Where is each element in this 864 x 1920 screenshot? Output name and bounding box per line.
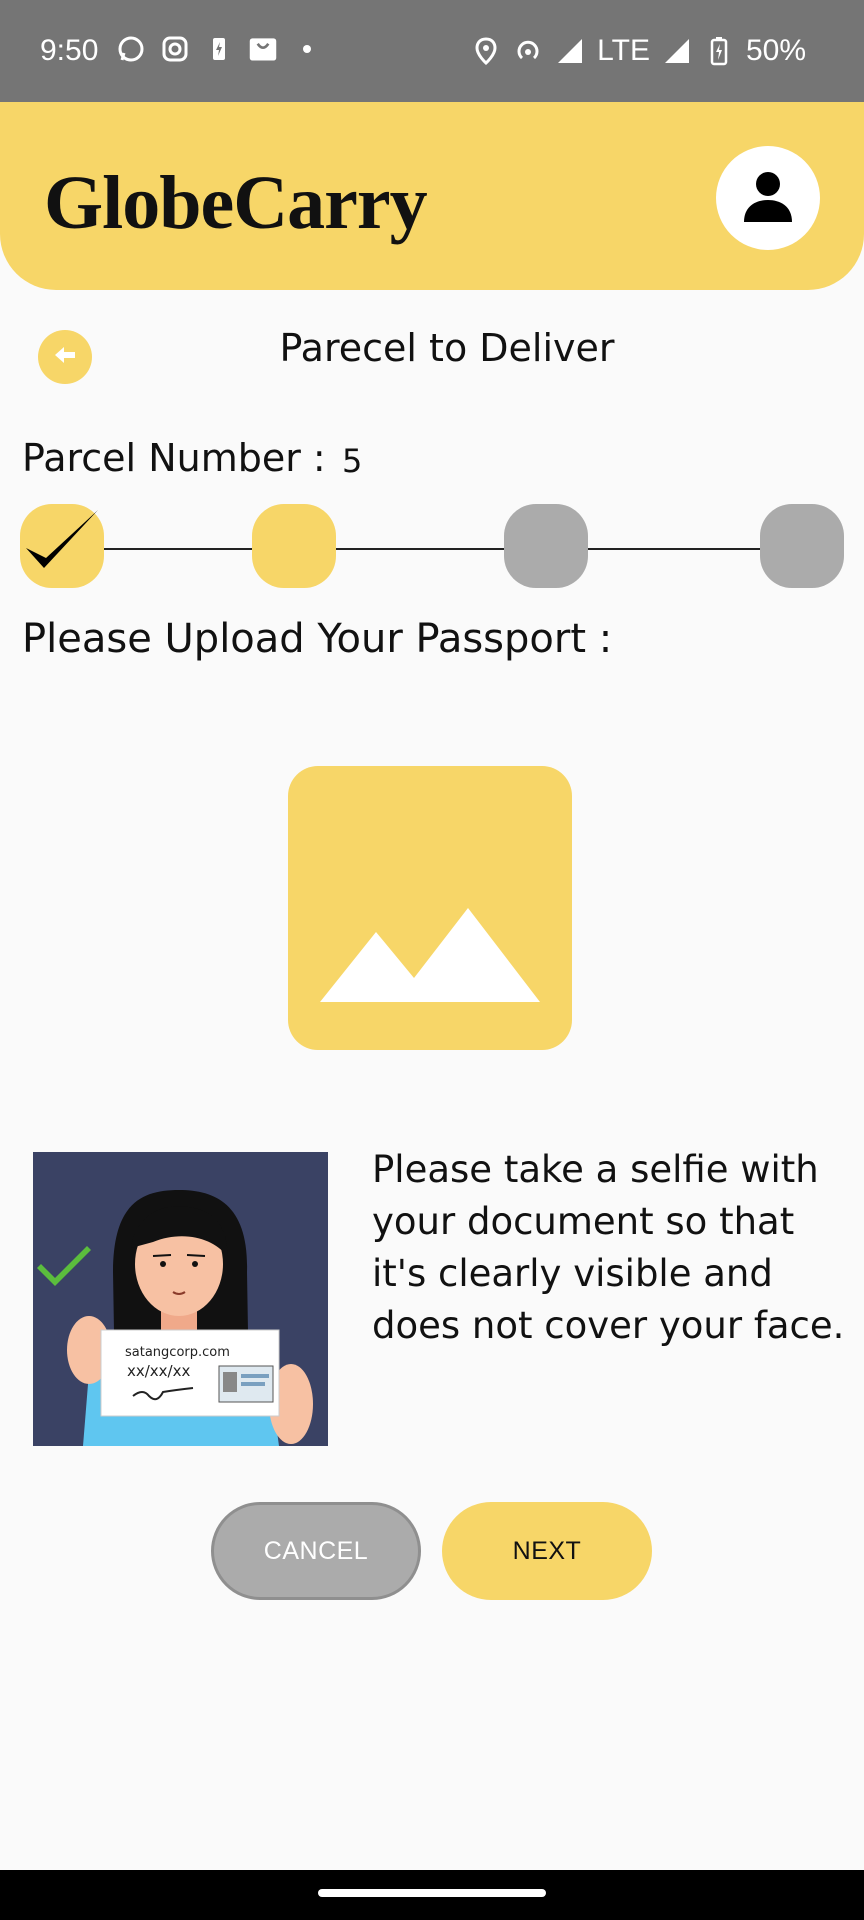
brand-logo: GlobeCarry (44, 161, 428, 245)
step-2-current (252, 504, 336, 588)
profile-button[interactable] (716, 146, 820, 250)
app-header: GlobeCarry (0, 102, 864, 290)
network-type: LTE (597, 34, 650, 67)
home-indicator[interactable] (318, 1889, 546, 1897)
checkmark-icon (22, 504, 102, 588)
battery-percent: 50% (745, 34, 806, 67)
battery-icon (704, 36, 734, 66)
passport-upload-area[interactable] (288, 766, 572, 1050)
status-time: 9:50 (40, 34, 99, 67)
cancel-button[interactable]: CANCEL (211, 1502, 421, 1600)
signal-icon (662, 36, 692, 66)
svg-text:xx/xx/xx: xx/xx/xx (127, 1362, 190, 1380)
parcel-number-value: 5 (342, 442, 363, 480)
whatsapp-icon (116, 34, 146, 64)
svg-text:satangcorp.com: satangcorp.com (125, 1345, 230, 1360)
arrow-left-icon (53, 345, 77, 369)
signal-icon (555, 36, 585, 66)
system-icons: LTE 50% (471, 34, 806, 68)
image-placeholder-icon (288, 908, 572, 1050)
dot-icon (292, 34, 322, 64)
back-button[interactable] (38, 330, 92, 384)
status-bar: 9:50 LTE 50% (0, 0, 864, 102)
battery-saver-icon (204, 34, 234, 64)
page-title: Parecel to Deliver (279, 326, 615, 370)
progress-stepper (20, 504, 844, 590)
parcel-number-label: Parcel Number : (22, 436, 326, 480)
upload-passport-label: Please Upload Your Passport : (22, 616, 613, 662)
stepper-line (80, 548, 836, 550)
instagram-icon (160, 34, 190, 64)
shopping-bag-icon (248, 34, 278, 64)
location-icon (471, 36, 501, 66)
next-button[interactable]: NEXT (442, 1502, 652, 1600)
step-4 (760, 504, 844, 588)
person-icon (742, 168, 794, 228)
selfie-example-illustration: satangcorp.com xx/xx/xx (33, 1152, 328, 1446)
notification-icons (116, 34, 322, 64)
hotspot-icon (513, 36, 543, 66)
step-1-completed (20, 504, 104, 588)
selfie-instruction-text: Please take a selfie with your document … (372, 1148, 845, 1347)
step-3 (504, 504, 588, 588)
